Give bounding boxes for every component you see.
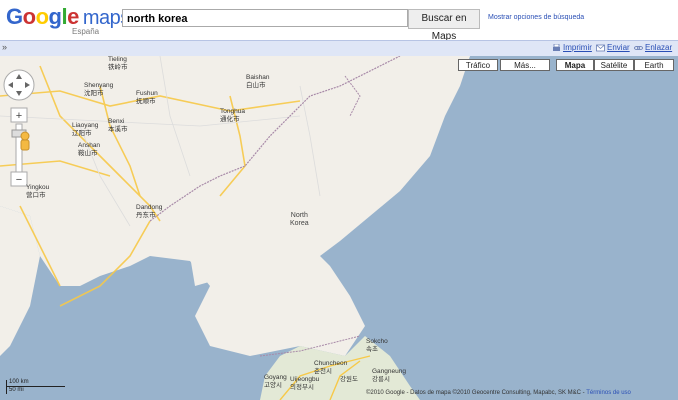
place-tieling[interactable]: Tieling 铁岭市 bbox=[108, 56, 128, 72]
map-copyright: ©2010 Google - Datos de mapa ©2010 Geoce… bbox=[366, 390, 631, 396]
map-type-more[interactable]: Más... bbox=[500, 59, 550, 71]
search-options-link[interactable]: Mostrar opciones de búsqueda bbox=[488, 14, 584, 21]
scale-km: 100 km bbox=[9, 379, 29, 385]
place-uijeongbu[interactable]: Uijeongbu 의정부시 bbox=[290, 376, 319, 392]
map-canvas[interactable]: + − Tieling 铁岭市 Shenyang 沈阳市 Fushun 抚顺市 … bbox=[0, 56, 678, 400]
place-tonghua-text: Tonghua 通化市 bbox=[220, 108, 245, 123]
send-link[interactable]: Enviar bbox=[607, 43, 630, 52]
place-shenyang[interactable]: Shenyang 沈阳市 bbox=[84, 82, 113, 98]
place-north-korea[interactable]: North Korea bbox=[290, 212, 309, 228]
place-benxi-text: Benxi 本溪市 bbox=[108, 118, 128, 133]
place-fushun[interactable]: Fushun 抚顺市 bbox=[136, 90, 158, 106]
google-maps-logo[interactable]: Google maps bbox=[6, 4, 130, 30]
search-input[interactable]: north korea bbox=[122, 9, 408, 27]
map-type-traffic[interactable]: Tráfico bbox=[458, 59, 498, 71]
place-yingkou-text: Yingkou 营口市 bbox=[26, 184, 50, 199]
place-chuncheon-text: Chuncheon 춘천시 bbox=[314, 360, 348, 375]
place-gangwon-text: 강원도 bbox=[340, 376, 358, 383]
place-gangneung[interactable]: Gangneung 강릉시 bbox=[372, 368, 406, 384]
place-liaoyang[interactable]: Liaoyang 辽阳市 bbox=[72, 122, 98, 138]
place-gangneung-text: Gangneung 강릉시 bbox=[372, 368, 406, 383]
svg-text:−: − bbox=[16, 174, 22, 186]
region-label: España bbox=[72, 27, 100, 36]
print-icon[interactable] bbox=[552, 44, 561, 52]
map-type-map[interactable]: Mapa bbox=[556, 59, 594, 71]
place-uijeongbu-text: Uijeongbu 의정부시 bbox=[290, 376, 320, 391]
place-goyang-text: Goyang 고양시 bbox=[264, 374, 287, 389]
scale-bar: 100 km 50 mi bbox=[6, 379, 65, 394]
place-gangwon[interactable]: 강원도 bbox=[340, 376, 358, 384]
pan-zoom-control[interactable]: + − bbox=[2, 68, 36, 188]
pegman-icon[interactable] bbox=[18, 131, 32, 153]
place-anshan-text: Anshan 鞍山市 bbox=[78, 142, 101, 157]
place-chuncheon[interactable]: Chuncheon 춘천시 bbox=[314, 360, 347, 376]
place-north-korea-text: North Korea bbox=[290, 212, 309, 227]
place-anshan[interactable]: Anshan 鞍山市 bbox=[78, 142, 100, 158]
place-baishan[interactable]: Baishan 白山市 bbox=[246, 74, 270, 90]
place-dandong[interactable]: Dandong 丹东市 bbox=[136, 204, 162, 220]
place-sokcho-text: Sokcho 속초 bbox=[366, 338, 388, 353]
terms-link[interactable]: Términos de uso bbox=[586, 390, 631, 396]
place-liaoyang-text: Liaoyang 辽阳市 bbox=[72, 122, 99, 137]
scale-mi: 50 mi bbox=[9, 387, 24, 393]
place-tonghua[interactable]: Tonghua 通化市 bbox=[220, 108, 245, 124]
place-dandong-text: Dandong 丹东市 bbox=[136, 204, 163, 219]
email-icon[interactable] bbox=[596, 44, 605, 52]
map-type-satellite[interactable]: Satélite bbox=[594, 59, 634, 71]
place-yingkou[interactable]: Yingkou 营口市 bbox=[26, 184, 49, 200]
link-icon[interactable] bbox=[634, 44, 643, 52]
collapse-panel-icon[interactable]: » bbox=[2, 42, 7, 52]
svg-text:+: + bbox=[16, 110, 22, 122]
map-background bbox=[0, 56, 678, 400]
place-baishan-text: Baishan 白山市 bbox=[246, 74, 270, 89]
header: Google maps España north korea Buscar en … bbox=[0, 0, 678, 42]
place-tieling-text: Tieling 铁岭市 bbox=[108, 56, 128, 71]
place-shenyang-text: Shenyang 沈阳市 bbox=[84, 82, 114, 97]
copyright-text: ©2010 Google - Datos de mapa ©2010 Geoce… bbox=[366, 390, 585, 396]
place-goyang[interactable]: Goyang 고양시 bbox=[264, 374, 287, 390]
place-fushun-text: Fushun 抚顺市 bbox=[136, 90, 158, 105]
place-benxi[interactable]: Benxi 本溪市 bbox=[108, 118, 128, 134]
map-type-earth[interactable]: Earth bbox=[634, 59, 674, 71]
toolbar: » Imprimir Enviar Enlazar bbox=[0, 40, 678, 57]
print-link[interactable]: Imprimir bbox=[563, 43, 592, 52]
search-button[interactable]: Buscar en Maps bbox=[408, 9, 480, 42]
logo-google-text: Google bbox=[6, 4, 79, 29]
link-link[interactable]: Enlazar bbox=[645, 43, 672, 52]
place-sokcho[interactable]: Sokcho 속초 bbox=[366, 338, 388, 354]
